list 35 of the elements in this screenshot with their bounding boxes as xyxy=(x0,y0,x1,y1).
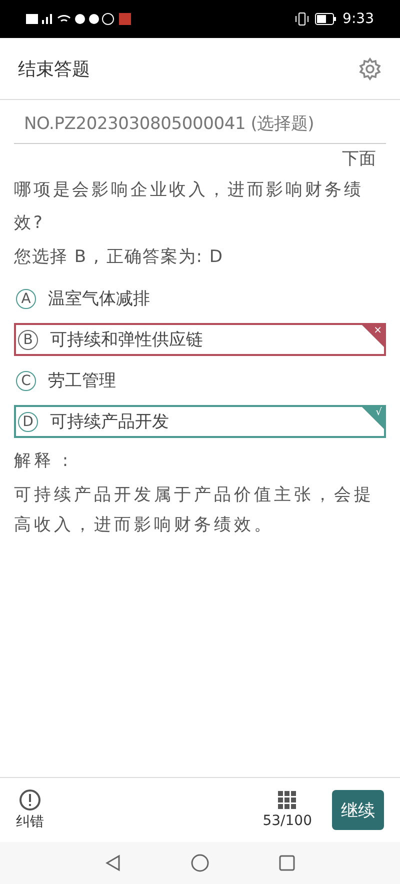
option-letter: D xyxy=(18,412,38,432)
alert-icon xyxy=(19,789,41,811)
option-letter: A xyxy=(16,288,36,308)
explanation-label: 解释 : xyxy=(14,450,72,473)
option-text: 可持续产品开发 xyxy=(50,411,169,433)
answer-result: 您选择 B , 正确答案为: D xyxy=(14,246,224,269)
question-number: NO.PZ2023030805000041 (选择题) xyxy=(14,100,386,144)
option-text: 可持续和弹性供应链 xyxy=(50,329,203,351)
status-time: 9:33 xyxy=(342,11,374,27)
option-text: 温室气体减排 xyxy=(48,288,150,310)
explanation-text: 可持续产品开发属于产品价值主张，会提高收入，进而影响财务绩效。 xyxy=(14,484,375,537)
settings-icon[interactable] xyxy=(358,56,382,80)
signal-icon xyxy=(42,14,52,24)
wrong-mark: × xyxy=(362,325,384,347)
report-error-button[interactable]: 纠错 xyxy=(16,789,44,831)
continue-button[interactable]: 继续 xyxy=(332,790,384,830)
wifi-icon xyxy=(57,14,71,22)
correct-mark: √ xyxy=(362,407,384,429)
question-text: 哪项是会影响企业收入，进而影响财务绩效? xyxy=(14,179,364,235)
answer-option[interactable]: C 劳工管理 xyxy=(14,364,386,397)
answer-option[interactable]: B 可持续和弹性供应链 × xyxy=(14,323,386,356)
page-title: 结束答题 xyxy=(18,58,90,80)
answer-option[interactable]: D 可持续产品开发 √ xyxy=(14,405,386,438)
battery-icon xyxy=(314,13,337,25)
grid-icon xyxy=(278,791,296,809)
option-letter: B xyxy=(18,330,38,350)
option-text: 劳工管理 xyxy=(48,370,116,392)
question-lead: 下面 xyxy=(341,148,377,171)
option-letter: C xyxy=(16,370,36,390)
answer-option[interactable]: A 温室气体减排 xyxy=(14,282,386,315)
back-icon[interactable] xyxy=(105,854,121,872)
recents-icon[interactable] xyxy=(279,855,295,871)
progress-button[interactable]: 53/100 xyxy=(262,791,312,829)
home-icon[interactable] xyxy=(191,854,209,872)
vibrate-icon xyxy=(294,12,309,26)
